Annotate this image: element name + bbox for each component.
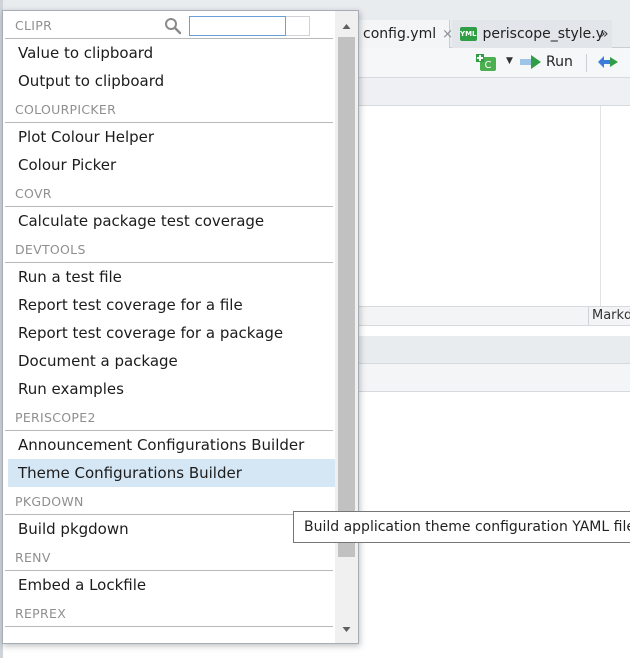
run-button[interactable]: Run [520, 54, 573, 70]
run-label: Run [546, 54, 573, 70]
insert-chunk-label: C [485, 60, 492, 71]
section-header: PKGDOWN [5, 487, 333, 515]
section-header: PERISCOPE2 [5, 403, 333, 431]
toolbar-divider [586, 54, 587, 72]
yml-file-icon: YML [460, 27, 477, 41]
tab-config-yml[interactable]: config.yml × [355, 20, 453, 48]
addin-tooltip: Build application theme configuration YA… [293, 511, 630, 543]
section-header: COVR [5, 179, 333, 207]
editor-margin-line [600, 106, 601, 306]
dropdown-scrollbar[interactable] [335, 11, 358, 643]
status-divider [588, 307, 589, 325]
chevron-down-icon[interactable]: ▼ [506, 56, 513, 66]
tab-label: periscope_style.y [482, 26, 605, 42]
addin-menu-item[interactable]: Plot Colour Helper [8, 123, 335, 151]
scroll-down-arrow-icon[interactable] [335, 621, 358, 637]
addin-menu-item[interactable]: Value to clipboard [8, 39, 335, 67]
tab-label: config.yml [363, 26, 437, 42]
tabs-overflow-icon[interactable]: » [600, 26, 608, 42]
addins-dropdown: CLIPR Value to clipboard Output to clipboa… [2, 10, 359, 644]
addin-menu-item[interactable]: Announcement Configurations Builder [8, 431, 335, 459]
scrollbar-thumb[interactable] [338, 37, 355, 557]
file-type-selector[interactable]: Markd [592, 308, 630, 323]
section-header: RENV [5, 543, 333, 571]
addin-menu-item[interactable]: Document a package [8, 347, 335, 375]
addin-menu-item[interactable]: Report test coverage for a file [8, 291, 335, 319]
run-arrow-icon [520, 55, 541, 69]
tab-periscope-style[interactable]: YML periscope_style.y [452, 20, 612, 48]
addin-menu-item[interactable]: Build pkgdown [8, 515, 335, 543]
addin-menu-item[interactable]: Calculate package test coverage [8, 207, 335, 235]
addin-menu-item[interactable]: Colour Picker [8, 151, 335, 179]
addin-menu-item[interactable]: Theme Configurations Builder [8, 459, 335, 487]
re-run-icon[interactable] [596, 54, 620, 74]
section-header: DEVTOOLS [5, 235, 333, 263]
scroll-up-arrow-icon[interactable] [335, 19, 358, 35]
addin-menu-item[interactable]: Output to clipboard [8, 67, 335, 95]
section-header: CLIPR [5, 11, 333, 39]
addin-menu-item[interactable]: Run examples [8, 375, 335, 403]
addin-menu-item[interactable]: Run a test file [8, 263, 335, 291]
addin-menu-item[interactable]: Report test coverage for a package [8, 319, 335, 347]
addin-menu-item[interactable]: Embed a Lockfile [8, 571, 335, 599]
insert-chunk-icon[interactable]: C [476, 54, 498, 72]
section-header: COLOURPICKER [5, 95, 333, 123]
addins-list: CLIPR Value to clipboard Output to clipboa… [3, 11, 335, 627]
section-header: REPREX [5, 599, 333, 627]
